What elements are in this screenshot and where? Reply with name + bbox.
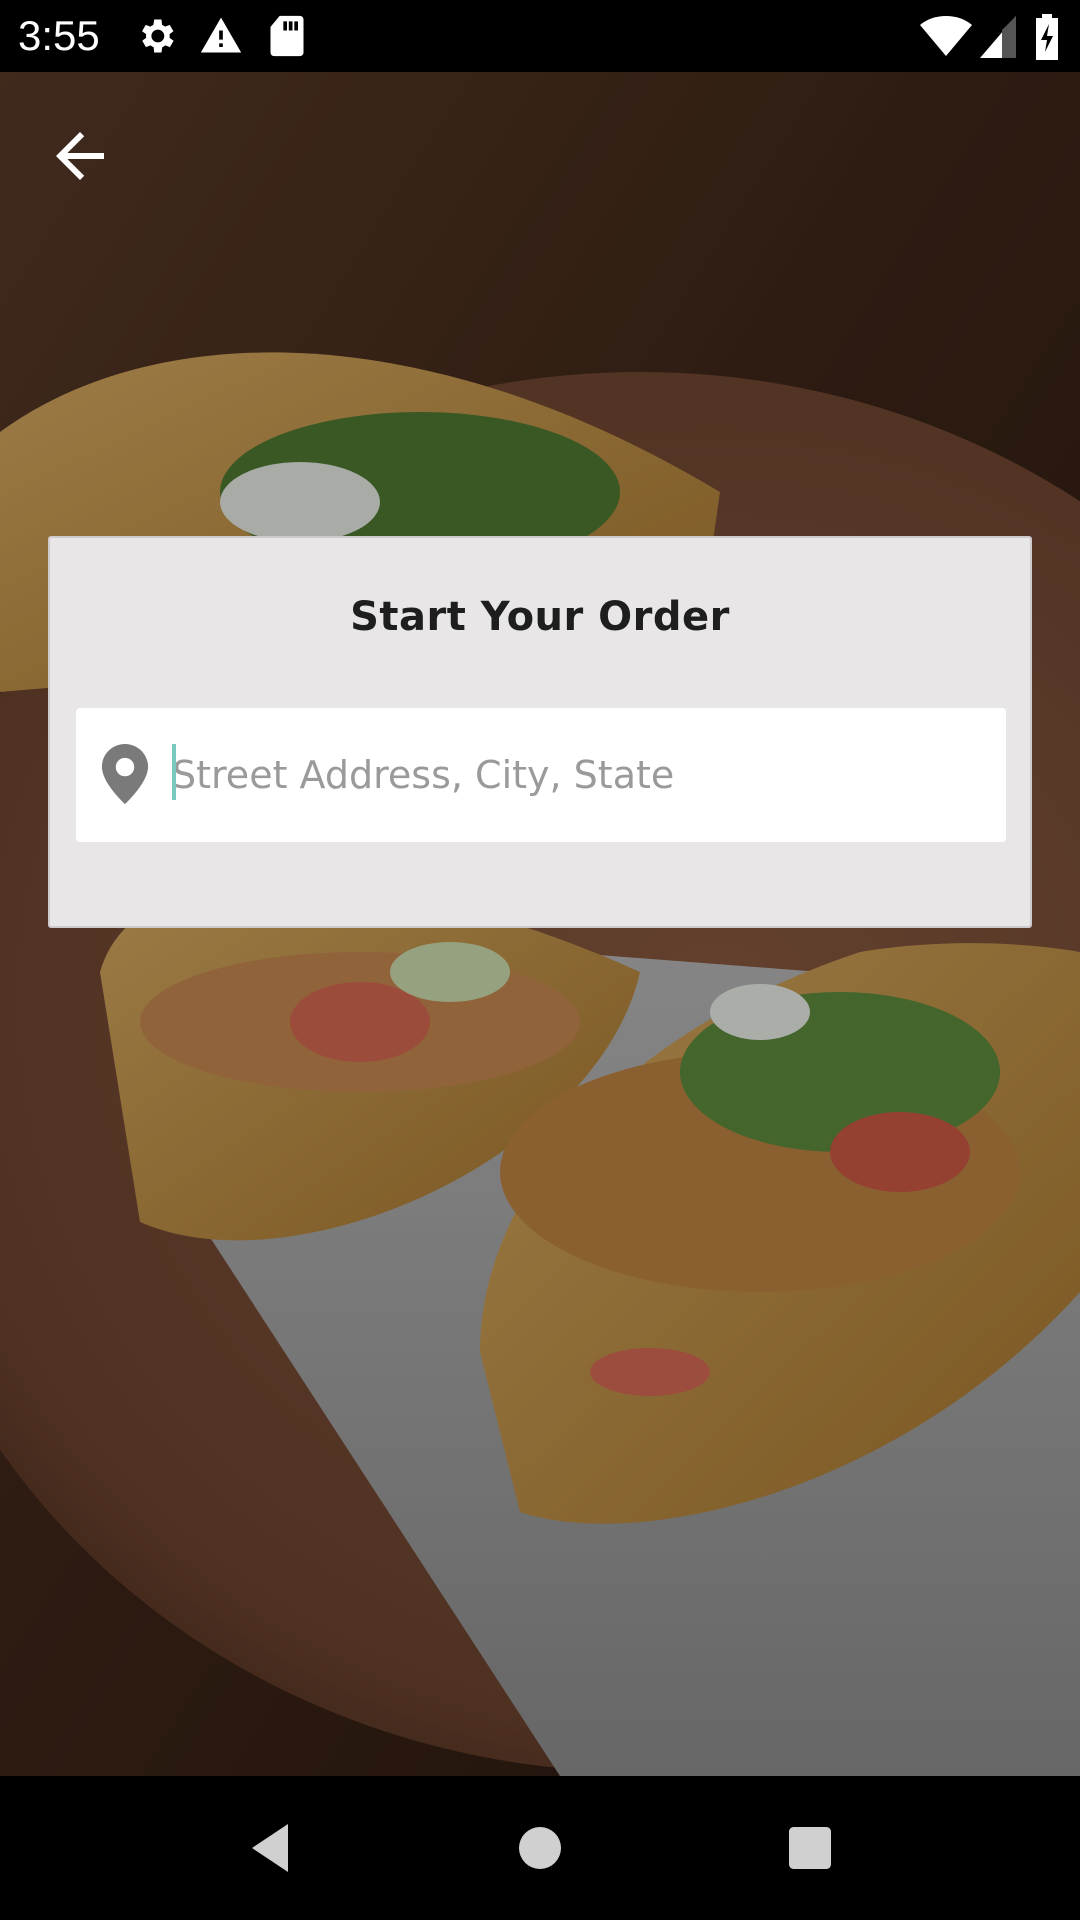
- settings-gear-icon: [134, 14, 178, 62]
- screen: 3:55 Start Your Order Street Address, Ci…: [0, 0, 1080, 1920]
- back-button[interactable]: [44, 120, 116, 192]
- status-bar: 3:55: [0, 0, 1080, 72]
- arrow-left-icon: [56, 132, 104, 180]
- location-pin-icon: [100, 744, 150, 808]
- order-card-title: Start Your Order: [350, 594, 730, 640]
- sd-card-icon: [268, 14, 306, 62]
- home-circle-icon: [519, 1827, 561, 1869]
- battery-charging-icon: [1034, 14, 1060, 64]
- nav-recents-button[interactable]: [780, 1818, 840, 1878]
- status-time: 3:55: [18, 12, 100, 59]
- system-nav-bar: [0, 1776, 1080, 1920]
- recents-square-icon: [789, 1827, 831, 1869]
- address-field[interactable]: [76, 708, 1006, 842]
- warning-icon: [198, 14, 244, 62]
- start-order-card: Start Your Order: [48, 536, 1032, 928]
- back-triangle-icon: [252, 1824, 288, 1872]
- cellular-signal-icon: [980, 14, 1016, 62]
- text-cursor: [172, 744, 176, 800]
- nav-home-button[interactable]: [510, 1818, 570, 1878]
- nav-back-button[interactable]: [240, 1818, 300, 1878]
- wifi-icon: [920, 14, 972, 62]
- address-input[interactable]: [172, 740, 972, 810]
